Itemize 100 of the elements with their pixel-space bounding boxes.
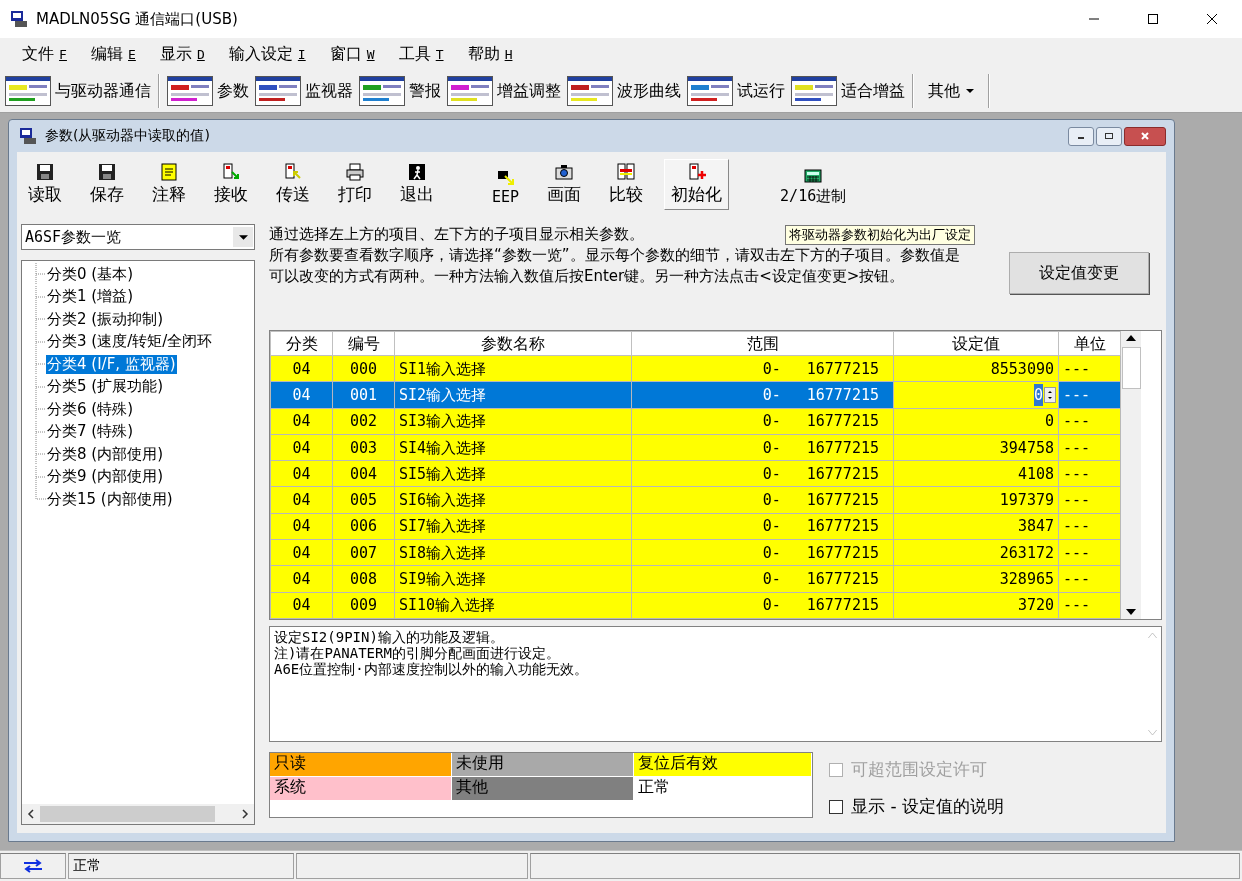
tree-item[interactable]: 分类3 (速度/转矩/全闭环 [46,332,214,352]
device-arrow-in-icon [222,163,240,181]
device-arrow-out-icon [284,163,302,181]
toolbar-button[interactable]: 退出 [393,159,441,210]
table-cell: SI2输入选择 [394,381,632,409]
toolbar-button[interactable]: 读取 [21,159,69,210]
description-line: 注)请在PANATERM的引脚分配画面进行设定。 [274,645,561,661]
menu-item[interactable]: 显示 D [159,43,205,65]
scrollbar-thumb[interactable] [1121,347,1141,389]
table-cell: 328965 [893,565,1059,593]
table-cell: --- [1058,355,1121,382]
column-header[interactable]: 分类 [270,331,333,356]
checkbox-label: 显示 - 设定值的说明 [851,795,1004,818]
range-max-text: 16777215 [806,412,879,431]
tree-item[interactable]: 分类0 (基本) [46,264,134,284]
tree-item[interactable]: 分类9 (内部使用) [46,467,164,487]
close-icon [1206,13,1218,25]
toolbar-button[interactable]: 参数 [164,74,252,108]
toolbar-button[interactable]: 注释 [145,159,193,210]
range-min-text: 0- [762,491,781,510]
tree-item[interactable]: 分类4 (I/F, 监视器) [46,354,177,374]
more-dropdown-button[interactable]: 其他 [918,78,984,104]
menu-item[interactable]: 窗口 W [329,43,375,65]
tree-item[interactable]: 分类2 (振动抑制) [46,309,164,329]
legend-item: 未使用 [452,753,634,777]
tree-item[interactable]: 分类8 (内部使用) [46,444,164,464]
caret-icon [966,89,974,93]
table-cell: SI7输入选择 [394,513,632,540]
range-max-text: 16777215 [806,543,879,562]
table-cell: 3720 [893,592,1059,619]
range-max-text: 16777215 [806,517,879,536]
table-cell: SI3输入选择 [394,408,632,435]
tree-item[interactable]: 分类15 (内部使用) [46,489,174,509]
table-cell: SI1输入选择 [394,355,632,382]
toolbar-button[interactable]: 保存 [83,159,131,210]
toolbar-button[interactable]: 接收 [207,159,255,210]
transfer-arrows-icon [23,859,43,873]
toolbar-button[interactable]: EEP [485,164,527,210]
restore-button[interactable] [1096,126,1122,146]
category-dropdown[interactable]: A6SF参数一览 [21,224,255,250]
tree-item[interactable]: 分类7 (特殊) [46,422,134,442]
table-cell: 263172 [893,539,1059,566]
menu-item[interactable]: 工具 T [398,43,444,65]
tree-line [32,420,46,443]
exit-door-icon [408,163,426,181]
legend-item: 其他 [452,777,634,801]
toolbar-button[interactable]: 试运行 [684,74,788,108]
value-spin-field[interactable]: 0 [1033,383,1056,406]
tree-item[interactable]: 分类6 (特殊) [46,399,134,419]
menu-item[interactable]: 输入设定 I [228,43,306,65]
column-header[interactable]: 设定值 [893,331,1059,356]
toolbar-button[interactable]: 适合增益 [788,74,908,108]
toolbar-button[interactable]: 画面 [540,159,589,210]
column-header[interactable]: 编号 [332,331,395,356]
menu-item[interactable]: 文件 F [22,43,67,65]
tree-line [32,263,46,286]
toolbar-button[interactable]: 初始化 [664,159,730,210]
scroll-up-icon [1126,335,1136,341]
table-cell: SI6输入选择 [394,487,632,514]
toolbar-button[interactable]: 2/16进制 [773,163,854,210]
toolbar-button[interactable]: 比较 [602,159,651,210]
table-cell: 04 [270,434,333,461]
table-cell: 04 [270,487,333,514]
tree-item[interactable]: 分类1 (增益) [46,287,134,307]
window-thumbnail-icon [255,76,301,106]
horizontal-scrollbar[interactable] [22,804,254,824]
column-header[interactable]: 单位 [1058,331,1121,356]
menu-item[interactable]: 帮助 H [467,43,513,65]
table-cell: --- [1058,408,1121,435]
checkbox[interactable] [829,799,843,814]
toolbar-button[interactable]: 监视器 [252,74,356,108]
range-max-text: 16777215 [806,464,879,483]
range-min-text: 0- [762,438,781,457]
close-button[interactable] [1124,126,1166,146]
instructions-text: 通过选择左上方的项目、左下方的子项目显示相关参数。 [269,224,644,245]
note-icon [160,163,178,181]
toolbar-button[interactable]: 警报 [356,74,444,108]
toolbar-button[interactable]: 波形曲线 [564,74,684,108]
tree-line [32,330,46,353]
legend-item: 系统 [270,777,452,801]
toolbar-button[interactable]: 打印 [331,159,379,210]
table-cell: 04 [270,565,333,593]
legend-item: 复位后有效 [634,753,812,777]
table-cell: 04 [270,408,333,435]
camera-icon [555,163,574,181]
toolbar-button[interactable]: 传送 [269,159,317,210]
toolbar-button[interactable]: 与驱动器通信 [2,74,154,108]
range-max-text: 16777215 [806,491,879,510]
tree-item[interactable]: 分类5 (扩展功能) [46,377,164,397]
change-value-button[interactable]: 设定值变更 [1009,252,1149,294]
minimize-button[interactable] [1068,126,1094,146]
calculator-icon [804,167,823,185]
column-header[interactable]: 参数名称 [394,331,632,356]
table-cell: --- [1058,565,1121,593]
table-cell: --- [1058,487,1121,514]
column-header[interactable]: 范围 [631,331,894,356]
toolbar-button[interactable]: 增益调整 [444,74,564,108]
vertical-scrollbar[interactable] [1121,331,1141,619]
menu-item[interactable]: 编辑 E [90,43,136,65]
chip-arrow-icon [496,168,515,186]
